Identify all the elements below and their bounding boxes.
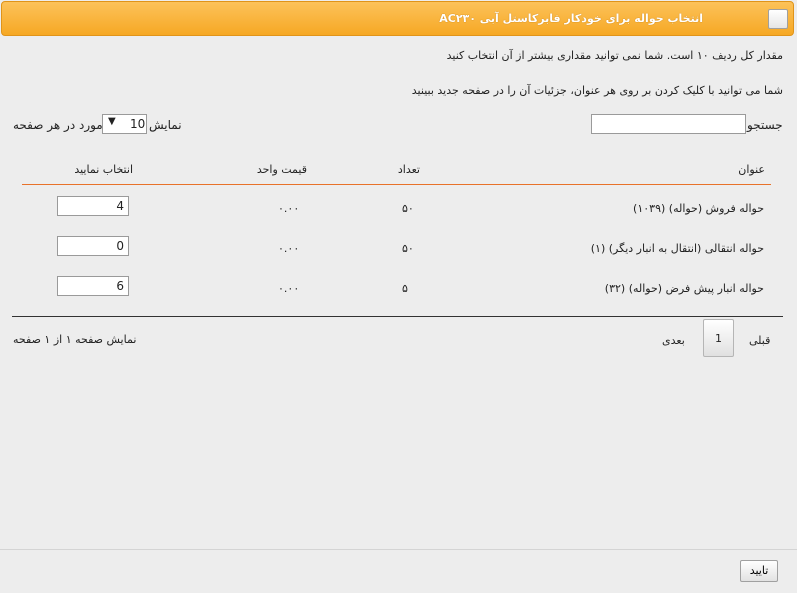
table-footer-divider — [12, 316, 783, 317]
total-info-text: مقدار کل ردیف ۱۰ است. شما نمی توانید مقد… — [446, 49, 783, 62]
row-price: ۰.۰۰ — [278, 202, 300, 215]
column-header-title[interactable]: عنوان — [738, 163, 765, 176]
hint-info-text: شما می توانید با کلیک کردن بر روی هر عنو… — [411, 84, 783, 97]
row-price: ۰.۰۰ — [278, 282, 300, 295]
row-title-link[interactable]: حواله فروش (حواله) (۱۰۳۹) — [633, 202, 764, 215]
row-count: ۵ — [402, 282, 408, 295]
confirm-button[interactable]: تایید — [740, 560, 778, 582]
pagination-info: نمایش صفحه ۱ از ۱ صفحه — [13, 333, 137, 346]
row-price: ۰.۰۰ — [278, 242, 300, 255]
search-input[interactable] — [591, 114, 746, 134]
close-button[interactable] — [768, 9, 788, 29]
row-count: ۵۰ — [402, 202, 414, 215]
column-header-select[interactable]: انتخاب نمایید — [74, 163, 133, 176]
row-title-link[interactable]: حواله انتقالی (انتقال به انبار دیگر) (۱) — [591, 242, 764, 255]
dialog-title-bar: انتخاب حواله برای خودکار فابرکاستل آبی A… — [1, 1, 794, 36]
table-row: حواله انتقالی (انتقال به انبار دیگر) (۱)… — [0, 236, 797, 276]
button-pane-divider — [0, 549, 797, 550]
dropdown-arrow-icon: ▼ — [108, 116, 116, 127]
next-page-button[interactable]: بعدی — [662, 334, 685, 347]
table-row: حواله انبار پیش فرض (حواله) (۳۲) ۵ ۰.۰۰ … — [0, 276, 797, 316]
quantity-input[interactable]: 0 — [57, 236, 129, 256]
column-header-price[interactable]: قیمت واحد — [257, 163, 307, 176]
search-label: جستجو — [747, 118, 783, 132]
row-title-link[interactable]: حواله انبار پیش فرض (حواله) (۳۲) — [605, 282, 764, 295]
page-length-suffix: مورد در هر صفحه — [13, 118, 103, 132]
dialog-title: انتخاب حواله برای خودکار فابرکاستل آبی A… — [439, 12, 703, 25]
quantity-input[interactable]: 6 — [57, 276, 129, 296]
quantity-input[interactable]: 4 — [57, 196, 129, 216]
page-length-value: 10 — [130, 117, 146, 131]
header-divider — [22, 184, 771, 185]
previous-page-button[interactable]: قبلی — [749, 334, 770, 347]
current-page-button[interactable]: 1 — [703, 319, 734, 357]
row-count: ۵۰ — [402, 242, 414, 255]
page-length-select[interactable]: 10 ▼ — [102, 114, 147, 134]
column-header-count[interactable]: تعداد — [398, 163, 420, 176]
table-row: حواله فروش (حواله) (۱۰۳۹) ۵۰ ۰.۰۰ 4 — [0, 196, 797, 236]
page-length-label: نمایش — [149, 118, 182, 132]
